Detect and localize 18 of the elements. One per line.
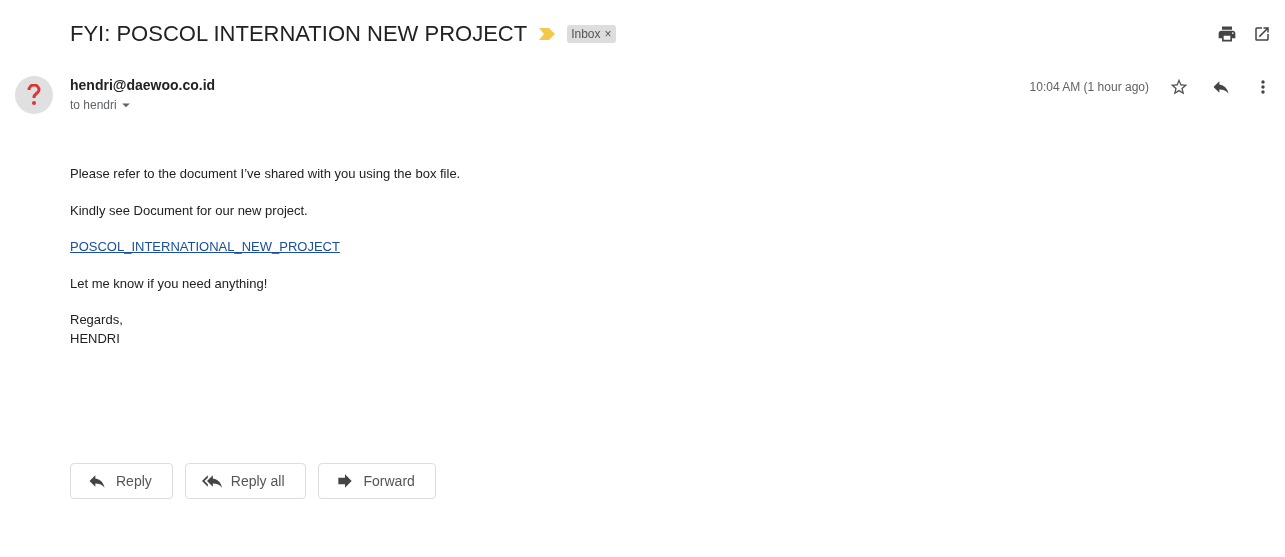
question-mark-icon xyxy=(27,84,41,106)
recipient-text: to hendri xyxy=(70,97,117,114)
reply-all-button[interactable]: Reply all xyxy=(184,463,306,499)
sender-email: hendri@daewoo.co.id xyxy=(70,76,216,94)
star-icon[interactable] xyxy=(1169,77,1189,97)
importance-marker-icon xyxy=(539,27,556,40)
reply-button[interactable]: Reply xyxy=(70,463,173,499)
email-subject: FYI: POSCOL INTERNATION NEW PROJECT xyxy=(70,20,528,48)
open-in-new-window-icon[interactable] xyxy=(1253,24,1271,43)
signature-line: HENDRI xyxy=(70,330,121,348)
timestamp: 10:04 AM (1 hour ago) xyxy=(1029,79,1149,96)
message-paragraph: Let me know if you need anything! xyxy=(70,274,269,293)
signature-line: Regards, xyxy=(70,311,124,329)
inbox-label[interactable]: Inbox × xyxy=(567,24,616,43)
message-paragraph: Please refer to the document I’ve shared with you using the box file. xyxy=(70,165,462,183)
forward-button[interactable]: Forward xyxy=(317,463,436,499)
document-link[interactable]: POSCOL_INTERNATIONAL_NEW_PROJECT xyxy=(70,237,340,257)
message-paragraph: Kindly see Document for our new project. xyxy=(70,201,309,220)
